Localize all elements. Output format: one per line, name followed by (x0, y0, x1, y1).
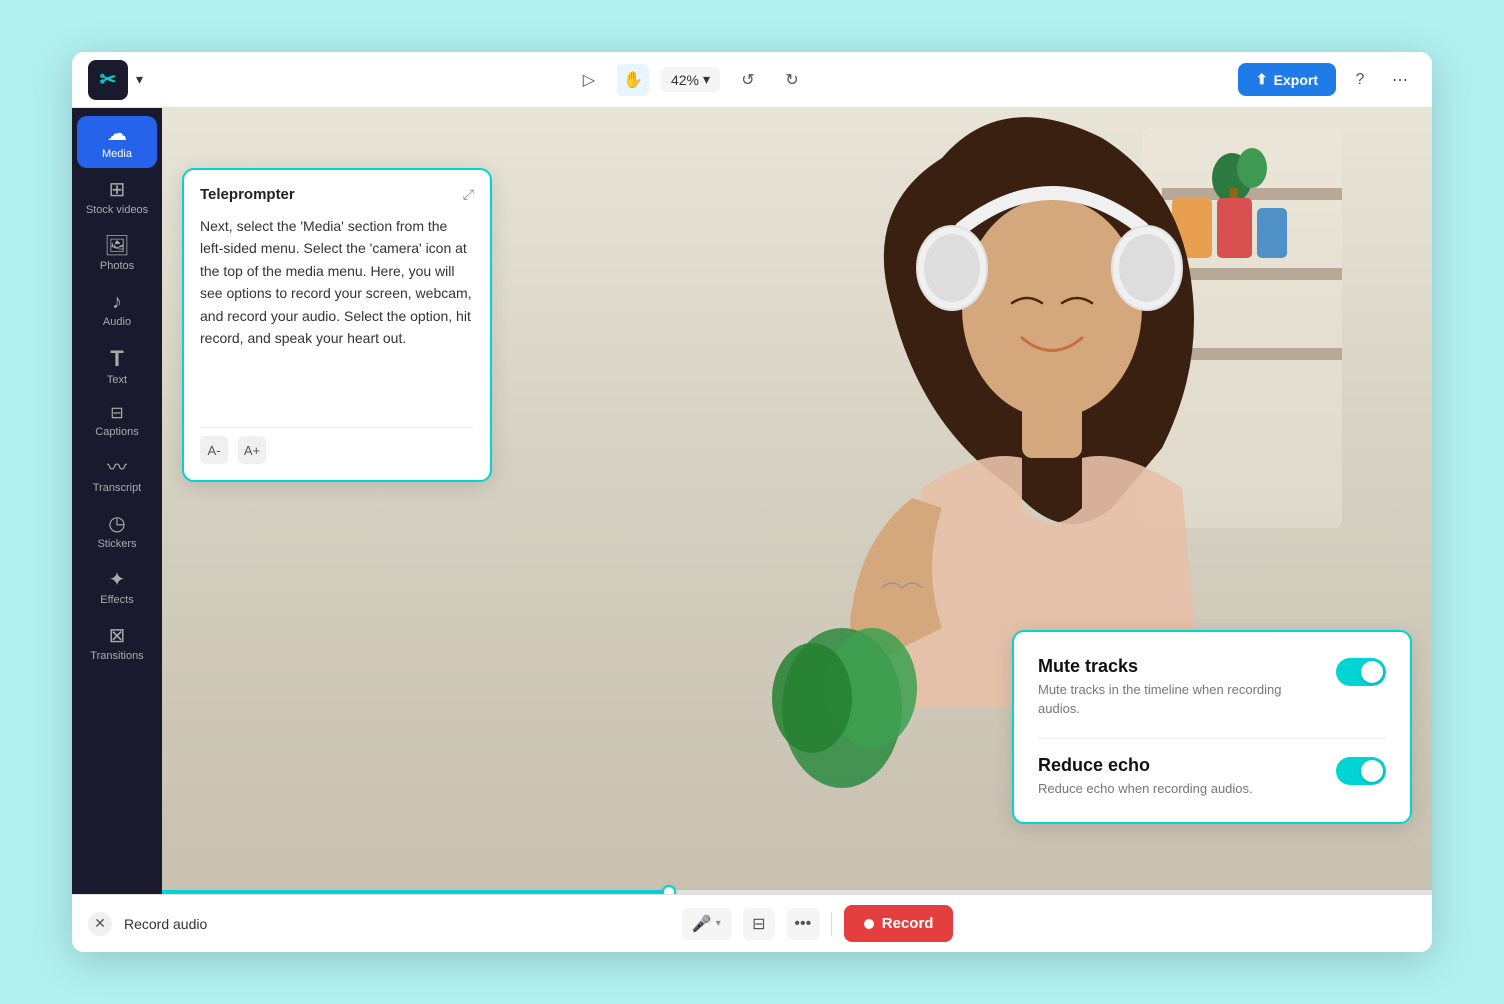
more-icon: ⋯ (1392, 70, 1408, 90)
sidebar-item-effects[interactable]: ✦ Effects (77, 562, 157, 614)
sidebar-label-captions: Captions (95, 426, 138, 438)
settings-panel: Mute tracks Mute tracks in the timeline … (1012, 630, 1412, 824)
sidebar-label-stock-videos: Stock videos (86, 204, 148, 216)
header: ✂ ▾ ▷ ✋ 42% ▾ ↺ ↻ ⬆ (72, 52, 1432, 108)
media-icon: ☁ (107, 124, 127, 144)
play-icon: ▷ (583, 70, 595, 90)
reduce-echo-title: Reduce echo (1038, 755, 1320, 776)
sidebar-item-transitions[interactable]: ⊠ Transitions (77, 618, 157, 670)
help-icon: ? (1356, 71, 1365, 89)
dropdown-chevron: ▾ (136, 71, 143, 88)
header-right: ⬆ Export ? ⋯ (1238, 63, 1416, 96)
captions-icon: ⊟ (110, 406, 123, 422)
teleprompter-body: Next, select the 'Media' section from th… (200, 215, 474, 415)
sidebar-label-effects: Effects (100, 594, 133, 606)
undo-button[interactable]: ↺ (732, 64, 764, 96)
sidebar-label-transitions: Transitions (90, 650, 143, 662)
text-icon: T (110, 348, 123, 370)
sidebar-label-media: Media (102, 148, 132, 160)
sidebar-label-text: Text (107, 374, 127, 386)
header-left: ✂ ▾ (88, 60, 143, 100)
teleprompter-title: Teleprompter (200, 186, 295, 203)
divider (1038, 738, 1386, 739)
mic-icon: 🎤 (692, 914, 712, 934)
sidebar-label-audio: Audio (103, 316, 131, 328)
sidebar-item-text[interactable]: T Text (77, 340, 157, 394)
sidebar-label-photos: Photos (100, 260, 134, 272)
mic-select-button[interactable]: 🎤 ▾ (682, 908, 731, 940)
sidebar-item-stock-videos[interactable]: ⊞ Stock videos (77, 172, 157, 224)
export-label: Export (1274, 72, 1318, 88)
caption-button[interactable]: ⊟ (743, 908, 775, 940)
photos-icon: 🖼 (104, 236, 129, 256)
reduce-echo-description: Reduce echo when recording audios. (1038, 780, 1320, 798)
zoom-control[interactable]: 42% ▾ (661, 67, 720, 92)
sidebar-item-captions[interactable]: ⊟ Captions (77, 398, 157, 446)
mute-tracks-description: Mute tracks in the timeline when recordi… (1038, 681, 1320, 717)
sidebar-item-transcript[interactable]: 〰 Transcript (77, 450, 157, 502)
font-increase-button[interactable]: A+ (238, 436, 266, 464)
timeline-progress-bar[interactable] (162, 890, 1432, 894)
more-options-button[interactable]: ⋯ (1384, 64, 1416, 96)
transcript-icon: 〰 (107, 458, 127, 478)
bottom-bar: ✕ Record audio 🎤 ▾ ⊟ ••• Record (72, 894, 1432, 952)
main-layout: ☁ Media ⊞ Stock videos 🖼 Photos ♪ Audio … (72, 108, 1432, 894)
separator (831, 912, 832, 936)
reduce-echo-text: Reduce echo Reduce echo when recording a… (1038, 755, 1320, 798)
stock-videos-icon: ⊞ (109, 180, 126, 200)
sidebar-label-stickers: Stickers (97, 538, 136, 550)
export-button[interactable]: ⬆ Export (1238, 63, 1336, 96)
toggle-knob-2 (1361, 760, 1383, 782)
transitions-icon: ⊠ (109, 626, 126, 646)
caption-icon: ⊟ (752, 914, 765, 934)
redo-button[interactable]: ↻ (776, 64, 808, 96)
bottom-center-controls: 🎤 ▾ ⊟ ••• Record (219, 905, 1416, 942)
record-button-label: Record (882, 915, 934, 932)
reduce-echo-setting: Reduce echo Reduce echo when recording a… (1038, 755, 1386, 798)
help-button[interactable]: ? (1344, 64, 1376, 96)
timeline-thumb[interactable] (662, 885, 676, 894)
teleprompter-panel: Teleprompter ⤢ Next, select the 'Media' … (182, 168, 492, 482)
undo-icon: ↺ (741, 70, 754, 90)
hand-tool-button[interactable]: ✋ (617, 64, 649, 96)
sidebar-item-stickers[interactable]: ◷ Stickers (77, 506, 157, 558)
export-icon: ⬆ (1256, 71, 1268, 88)
play-tool-button[interactable]: ▷ (573, 64, 605, 96)
close-record-button[interactable]: ✕ (88, 912, 112, 936)
sidebar-label-transcript: Transcript (93, 482, 142, 494)
header-toolbar: ▷ ✋ 42% ▾ ↺ ↻ (151, 64, 1230, 96)
record-dot-icon (864, 919, 874, 929)
app-logo: ✂ (88, 60, 128, 100)
close-icon: ✕ (94, 915, 106, 932)
toggle-knob (1361, 661, 1383, 683)
teleprompter-footer: A- A+ (200, 427, 474, 464)
stickers-icon: ◷ (108, 514, 125, 534)
audio-icon: ♪ (112, 292, 122, 312)
mic-chevron: ▾ (716, 918, 721, 929)
effects-icon: ✦ (109, 570, 126, 590)
mute-tracks-setting: Mute tracks Mute tracks in the timeline … (1038, 656, 1386, 717)
more-dots-icon: ••• (794, 915, 811, 933)
teleprompter-header: Teleprompter ⤢ (200, 186, 474, 203)
expand-icon[interactable]: ⤢ (463, 186, 474, 203)
sidebar: ☁ Media ⊞ Stock videos 🖼 Photos ♪ Audio … (72, 108, 162, 894)
hand-icon: ✋ (623, 70, 643, 90)
sidebar-item-photos[interactable]: 🖼 Photos (77, 228, 157, 280)
canvas-area: Teleprompter ⤢ Next, select the 'Media' … (162, 108, 1432, 894)
mute-tracks-title: Mute tracks (1038, 656, 1320, 677)
mute-tracks-text: Mute tracks Mute tracks in the timeline … (1038, 656, 1320, 717)
record-button[interactable]: Record (844, 905, 954, 942)
reduce-echo-toggle[interactable] (1336, 757, 1386, 785)
project-dropdown[interactable]: ▾ (136, 71, 143, 88)
record-audio-label: Record audio (124, 916, 207, 932)
timeline-fill (162, 890, 670, 894)
mute-tracks-toggle[interactable] (1336, 658, 1386, 686)
sidebar-item-audio[interactable]: ♪ Audio (77, 284, 157, 336)
sidebar-item-media[interactable]: ☁ Media (77, 116, 157, 168)
redo-icon: ↻ (785, 70, 798, 90)
zoom-chevron: ▾ (703, 71, 710, 88)
more-options-button-bottom[interactable]: ••• (787, 908, 819, 940)
font-decrease-button[interactable]: A- (200, 436, 228, 464)
zoom-value: 42% (671, 72, 699, 88)
